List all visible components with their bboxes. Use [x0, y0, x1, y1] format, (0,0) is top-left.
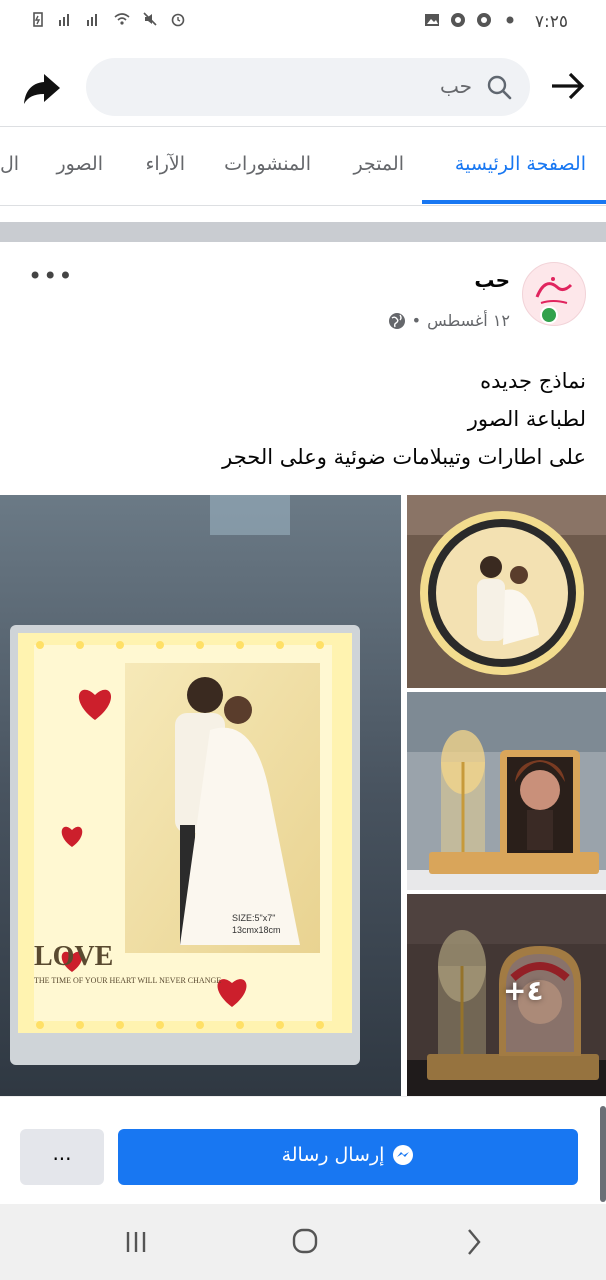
size-text: SIZE:5"x7" [232, 913, 275, 923]
meta-separator: • [411, 311, 422, 330]
gallery-icon [425, 14, 439, 26]
post-line-3: على اطارات وتيبلامات ضوئية وعلى الحجر [222, 445, 586, 469]
share-icon[interactable] [20, 66, 64, 110]
battery-icon [33, 12, 43, 27]
wifi-icon [114, 13, 130, 25]
send-message-label: إرسال رسالة [281, 1144, 385, 1166]
status-icons-left [30, 11, 186, 27]
more-options-icon[interactable]: ••• [28, 262, 73, 290]
tab-shop[interactable]: المتجر [353, 153, 404, 175]
section-separator [0, 222, 606, 242]
status-icons-right [424, 12, 518, 28]
mute-icon [143, 12, 157, 26]
tab-reviews[interactable]: الآراء [145, 153, 185, 175]
back-arrow-icon[interactable] [548, 66, 588, 106]
alarm-icon [171, 13, 185, 27]
status-bar: ٧:٢٥ [0, 0, 606, 44]
post-image-3[interactable] [407, 692, 606, 890]
online-status-dot [540, 306, 558, 324]
post-author[interactable]: حب [474, 268, 510, 292]
more-actions-button[interactable]: ... [20, 1129, 104, 1185]
post-body: نماذج جديده لطباعة الصور على اطارات وتيب… [26, 362, 586, 476]
search-input[interactable]: حب [86, 58, 530, 116]
top-header: حب [0, 52, 606, 124]
post-line-2: لطباعة الصور [467, 407, 586, 431]
round-frame-photo [407, 495, 606, 688]
post-image-main[interactable]: LOVE SIZE:5"x7" 13cmx18cm THE TIME OF YO… [0, 495, 401, 1096]
post-image-4[interactable]: +٤ [407, 894, 606, 1096]
actions-divider [0, 1096, 606, 1097]
tab-posts[interactable]: المنشورات [224, 153, 311, 175]
post-line-1: نماذج جديده [480, 369, 586, 393]
size-cm-text: 13cmx18cm [232, 925, 281, 935]
post-date[interactable]: ١٢ أغسطس [427, 311, 510, 330]
active-tab-indicator [422, 200, 606, 204]
messenger-icon [393, 1145, 414, 1165]
signal-2-icon [87, 14, 97, 26]
dot-icon [506, 16, 514, 24]
frame-caption: THE TIME OF YOUR HEART WILL NEVER CHANGE [34, 976, 221, 985]
search-query: حب [439, 74, 472, 98]
scrollbar[interactable] [600, 1106, 606, 1202]
more-photos-count[interactable]: +٤ [503, 974, 544, 1007]
status-time: ٧:٢٥ [534, 12, 568, 32]
tabs-divider [0, 205, 606, 206]
tab-photos[interactable]: الصور [56, 153, 103, 175]
chrome-icon [451, 13, 465, 27]
recent-apps-icon[interactable] [116, 1224, 156, 1260]
post-image-2[interactable] [407, 495, 606, 688]
send-message-button[interactable]: إرسال رسالة [118, 1129, 578, 1185]
back-icon[interactable] [455, 1224, 495, 1260]
chrome-icon-2 [477, 13, 491, 27]
tab-more[interactable]: ال [0, 153, 19, 175]
search-icon [487, 75, 512, 100]
home-icon[interactable] [285, 1224, 325, 1260]
love-text: LOVE [34, 941, 113, 972]
signal-icon [59, 14, 69, 26]
post-meta: ١٢ أغسطس • [388, 311, 510, 330]
globe-icon [388, 312, 405, 329]
tab-home[interactable]: الصفحة الرئيسية [455, 153, 586, 175]
lamp-portrait-photo [407, 692, 606, 890]
page-tabs: الصفحة الرئيسية المتجر المنشورات الآراء … [0, 127, 606, 205]
system-nav-bar [0, 1204, 606, 1280]
illuminated-frame-photo: LOVE SIZE:5"x7" 13cmx18cm THE TIME OF YO… [0, 495, 401, 1096]
